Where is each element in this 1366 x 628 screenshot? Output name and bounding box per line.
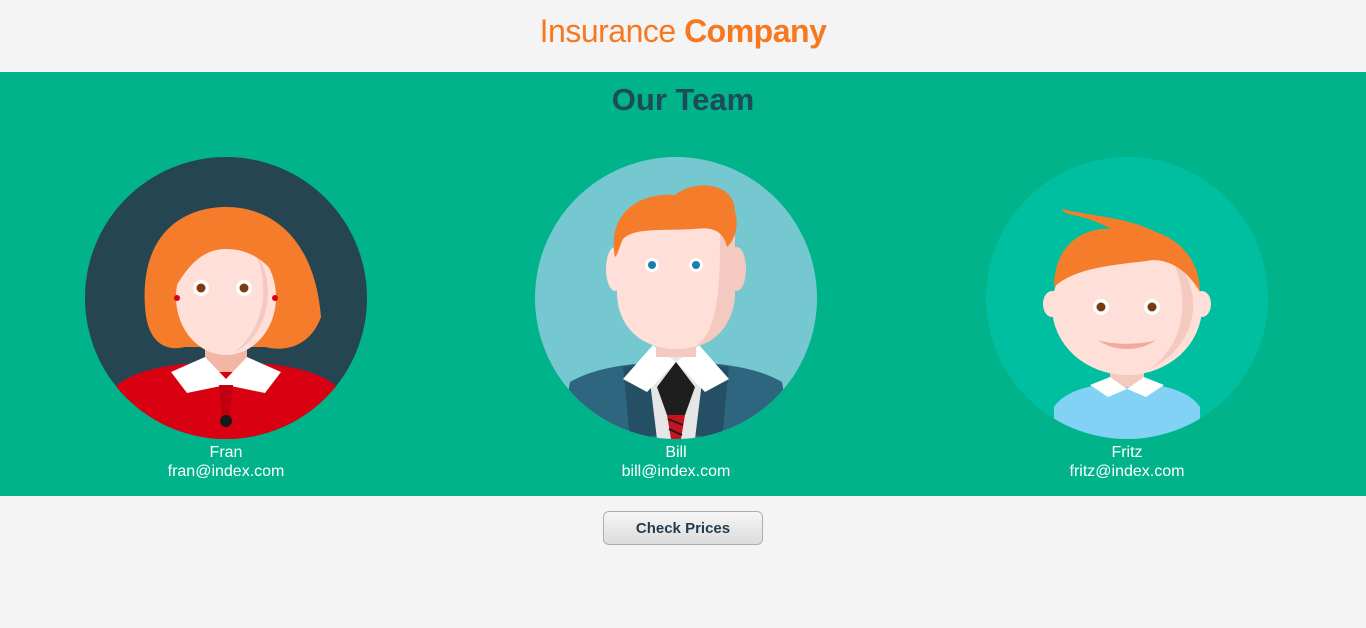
member-name: Fran [209, 444, 243, 461]
brand-light-text: Insurance [539, 12, 677, 49]
member-email[interactable]: fran@index.com [85, 462, 367, 481]
member-email[interactable]: fritz@index.com [986, 462, 1268, 481]
member-email[interactable]: bill@index.com [535, 462, 817, 481]
team-section: Our Team Fran fran@index.com Bill bill@i… [0, 72, 1366, 496]
team-member-card: Fritz fritz@index.com [986, 157, 1268, 481]
team-title: Our Team [611, 82, 755, 117]
brand-bold-text: Company [684, 12, 827, 49]
header: Insurance Company [0, 0, 1366, 72]
man-avatar-icon [535, 157, 817, 439]
footer: Check Prices [0, 496, 1366, 545]
woman-avatar-icon [85, 157, 367, 439]
check-prices-button[interactable]: Check Prices [603, 511, 763, 545]
team-member-card: Bill bill@index.com [535, 157, 817, 481]
boy-avatar-icon [986, 157, 1268, 439]
member-name: Bill [665, 444, 687, 461]
member-name: Fritz [1111, 444, 1143, 461]
brand-logo[interactable]: Insurance Company [540, 13, 827, 50]
team-member-card: Fran fran@index.com [85, 157, 367, 481]
